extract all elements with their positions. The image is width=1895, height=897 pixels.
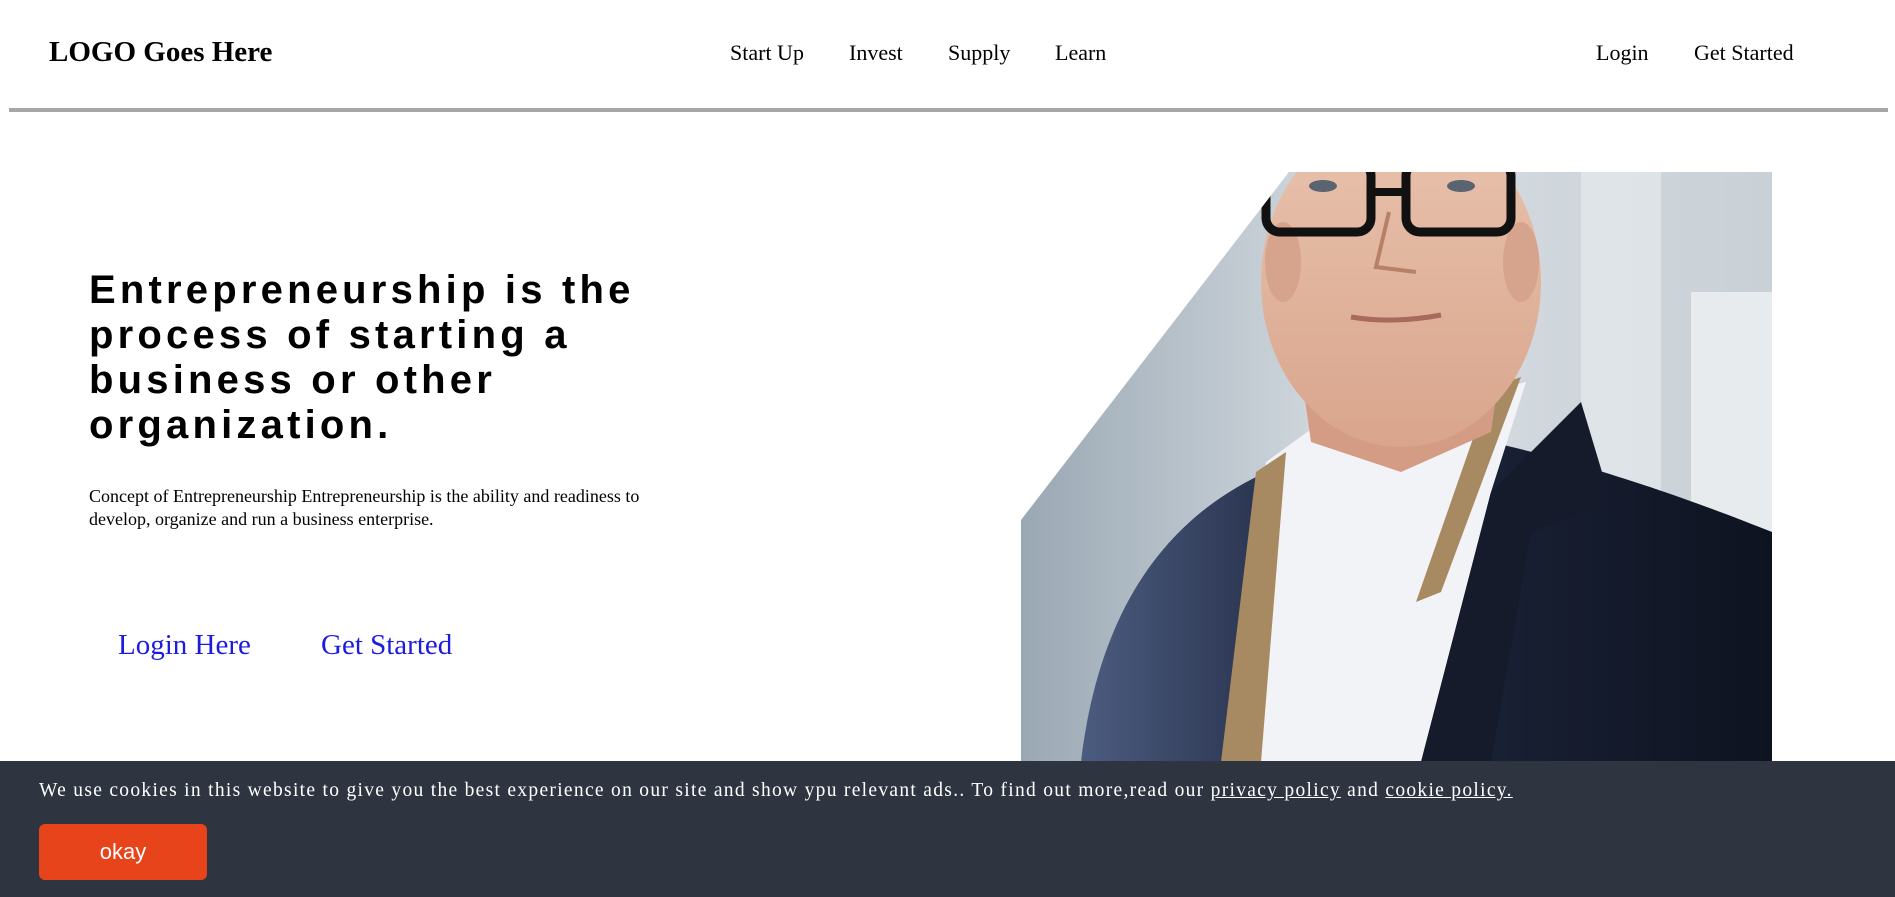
okay-button[interactable]: okay <box>39 824 207 880</box>
hero-title: Entrepreneurship is the process of start… <box>89 268 635 447</box>
nav-supply[interactable]: Supply <box>948 40 1010 66</box>
nav-invest[interactable]: Invest <box>849 40 903 66</box>
site-header: LOGO Goes Here Start Up Invest Supply Le… <box>0 0 1895 112</box>
cookie-message-text: We use cookies in this website to give y… <box>39 780 1211 801</box>
cookie-policy-link[interactable]: cookie policy. <box>1385 780 1512 801</box>
cookie-message-and: and <box>1340 780 1386 801</box>
hero-description: Concept of Entrepreneurship Entrepreneur… <box>89 486 640 529</box>
cookie-message: We use cookies in this website to give y… <box>39 780 1513 802</box>
privacy-policy-link[interactable]: privacy policy <box>1211 780 1341 801</box>
nav-get-started[interactable]: Get Started <box>1694 40 1794 66</box>
hero-portrait-image <box>1021 172 1772 762</box>
get-started-link[interactable]: Get Started <box>321 629 452 662</box>
nav-start-up[interactable]: Start Up <box>730 40 804 66</box>
cookie-banner: We use cookies in this website to give y… <box>0 761 1895 897</box>
nav-learn[interactable]: Learn <box>1055 40 1106 66</box>
header-divider <box>9 108 1888 112</box>
login-here-link[interactable]: Login Here <box>118 629 251 662</box>
nav-login[interactable]: Login <box>1596 40 1649 66</box>
site-logo[interactable]: LOGO Goes Here <box>49 36 272 69</box>
